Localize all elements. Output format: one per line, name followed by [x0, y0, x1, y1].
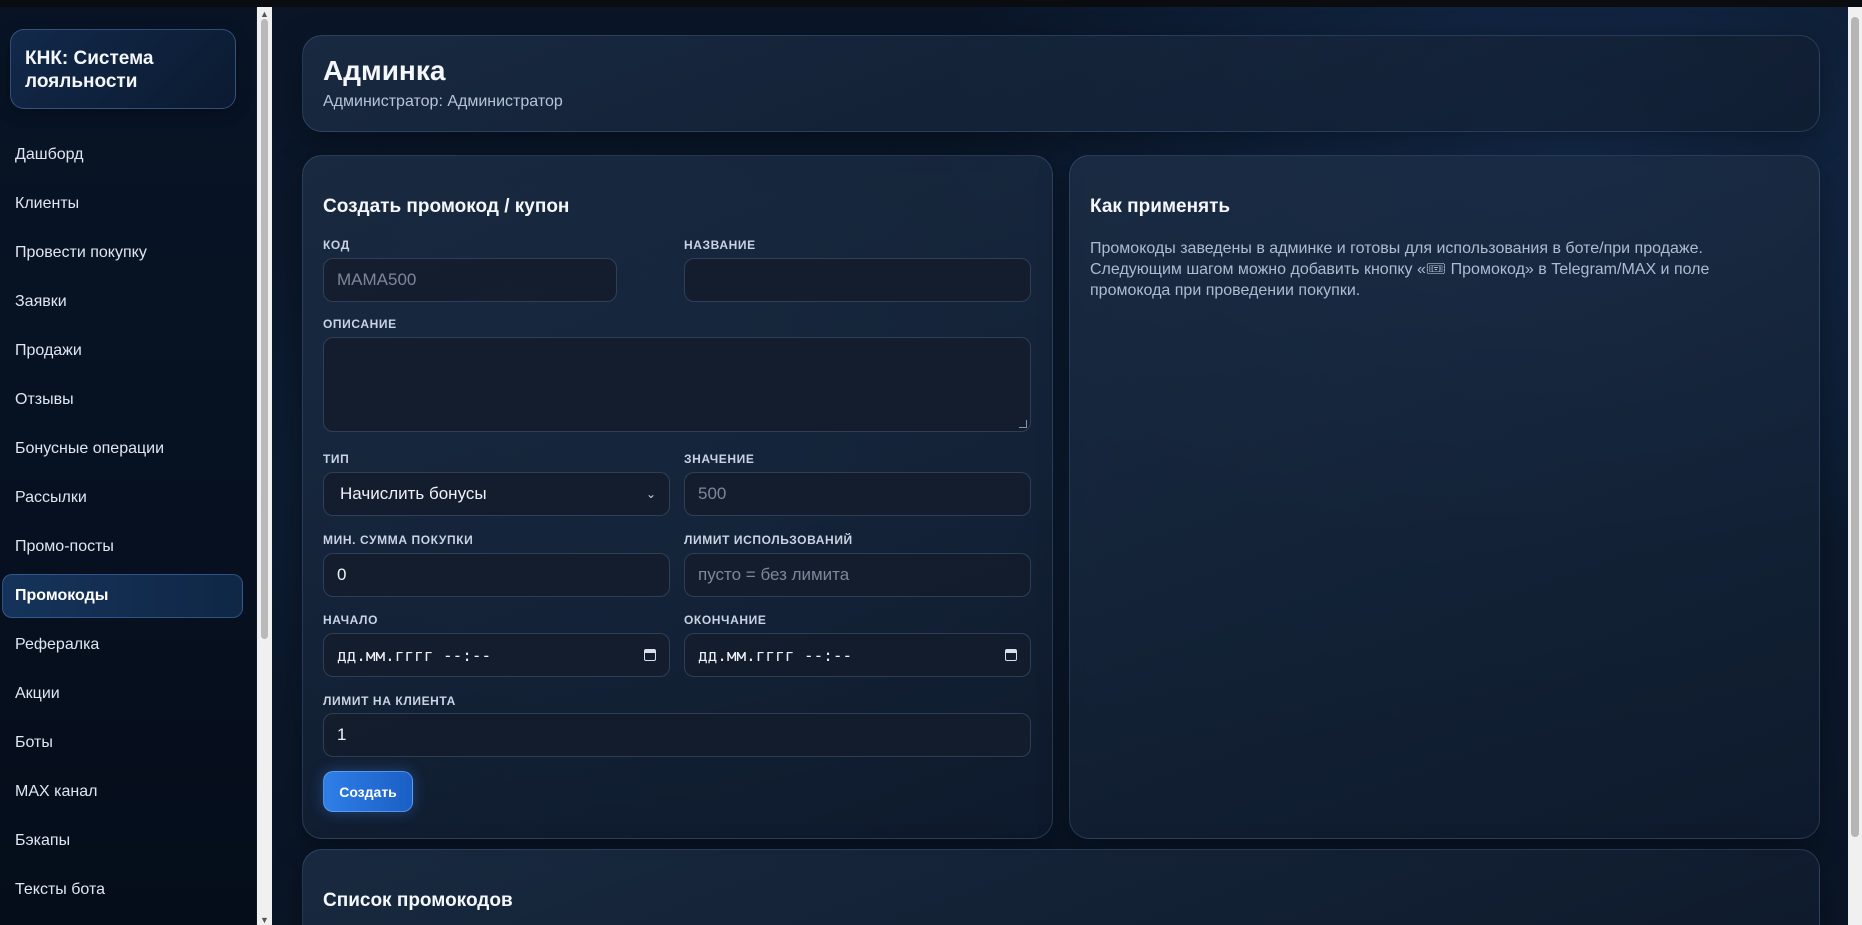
sidebar-item-promo-posts[interactable]: Промо-посты — [2, 525, 243, 569]
resize-handle-icon[interactable] — [1019, 420, 1027, 428]
form-title: Создать промокод / купон — [323, 196, 570, 217]
start-label: Начало — [323, 613, 379, 627]
description-label: Описание — [323, 317, 397, 331]
amount-input[interactable]: 500 — [684, 472, 1031, 516]
usage-info-card: Как применять Промокоды заведены в админ… — [1069, 155, 1820, 839]
main-scrollbar[interactable] — [1848, 7, 1862, 925]
description-textarea[interactable] — [323, 337, 1031, 432]
page-subtitle: Администратор: Администратор — [323, 93, 563, 110]
sidebar-item-sales[interactable]: Продажи — [2, 329, 243, 373]
sidebar-item-bots[interactable]: Боты — [2, 721, 243, 765]
create-promocode-form: Создать промокод / купон Код MAMA500 Наз… — [302, 155, 1053, 839]
code-input[interactable]: MAMA500 — [323, 258, 617, 302]
sidebar-nav: Дашборд Клиенты Провести покупку Заявки … — [2, 133, 243, 917]
min-purchase-label: Мин. сумма покупки — [323, 533, 474, 547]
name-label: Название — [684, 238, 756, 252]
scroll-up-icon[interactable]: ▲ — [260, 9, 269, 19]
sidebar-item-max-channel[interactable]: MAX канал — [2, 770, 243, 814]
sidebar-scroll-thumb[interactable] — [261, 19, 268, 639]
end-label: Окончание — [684, 613, 767, 627]
sidebar-item-make-purchase[interactable]: Провести покупку — [2, 231, 243, 275]
sidebar-item-clients[interactable]: Клиенты — [2, 182, 243, 226]
sidebar-item-requests[interactable]: Заявки — [2, 280, 243, 324]
info-text: Промокоды заведены в админке и готовы дл… — [1090, 240, 1710, 299]
start-datetime-value: дд.мм.гггг --:-- — [337, 645, 492, 665]
main-scroll-thumb[interactable] — [1851, 17, 1859, 837]
calendar-icon[interactable] — [644, 649, 656, 661]
type-selected-value: Начислить бонусы — [340, 484, 487, 503]
window-top-strip — [0, 0, 1862, 7]
create-button[interactable]: Создать — [323, 771, 413, 812]
sidebar-item-referral[interactable]: Рефералка — [2, 623, 243, 667]
page-title: Админка — [323, 55, 446, 86]
list-title: Список промокодов — [323, 890, 513, 911]
sidebar-item-reviews[interactable]: Отзывы — [2, 378, 243, 422]
sidebar-item-dashboard[interactable]: Дашборд — [2, 133, 243, 177]
client-limit-input[interactable]: 1 — [323, 713, 1031, 757]
client-limit-label: Лимит на клиента — [323, 694, 456, 708]
type-label: Тип — [323, 452, 350, 466]
promocode-list-card: Список промокодов — [302, 849, 1820, 925]
usage-limit-label: Лимит использований — [684, 533, 853, 547]
main-content: Админка Администратор: Администратор Соз… — [272, 7, 1848, 925]
sidebar-item-mailings[interactable]: Рассылки — [2, 476, 243, 520]
end-datetime-input[interactable]: дд.мм.гггг --:-- — [684, 633, 1031, 677]
sidebar-item-bonus-operations[interactable]: Бонусные операции — [2, 427, 243, 471]
min-purchase-input[interactable]: 0 — [323, 553, 670, 597]
page-header: Админка Администратор: Администратор — [302, 35, 1820, 132]
sidebar-item-bot-texts[interactable]: Тексты бота — [2, 868, 243, 912]
usage-limit-input[interactable]: пусто = без лимита — [684, 553, 1031, 597]
info-title: Как применять — [1090, 196, 1231, 217]
start-datetime-input[interactable]: дд.мм.гггг --:-- — [323, 633, 670, 677]
calendar-icon[interactable] — [1005, 649, 1017, 661]
sidebar-item-promocodes[interactable]: Промокоды — [2, 574, 243, 618]
sidebar-item-backups[interactable]: Бэкапы — [2, 819, 243, 863]
sidebar: КНК: Система лояльности Дашборд Клиенты … — [0, 7, 257, 925]
sidebar-item-promotions[interactable]: Акции — [2, 672, 243, 716]
type-select[interactable]: Начислить бонусы ⌄ — [323, 472, 670, 516]
brand-logo[interactable]: КНК: Система лояльности — [10, 29, 236, 109]
name-input[interactable] — [684, 258, 1031, 302]
end-datetime-value: дд.мм.гггг --:-- — [698, 645, 853, 665]
chevron-down-icon: ⌄ — [645, 487, 656, 501]
amount-label: Значение — [684, 452, 755, 466]
scroll-down-icon[interactable]: ▼ — [260, 915, 269, 925]
code-label: Код — [323, 238, 350, 252]
sidebar-scrollbar[interactable]: ▲ ▼ — [257, 7, 272, 925]
